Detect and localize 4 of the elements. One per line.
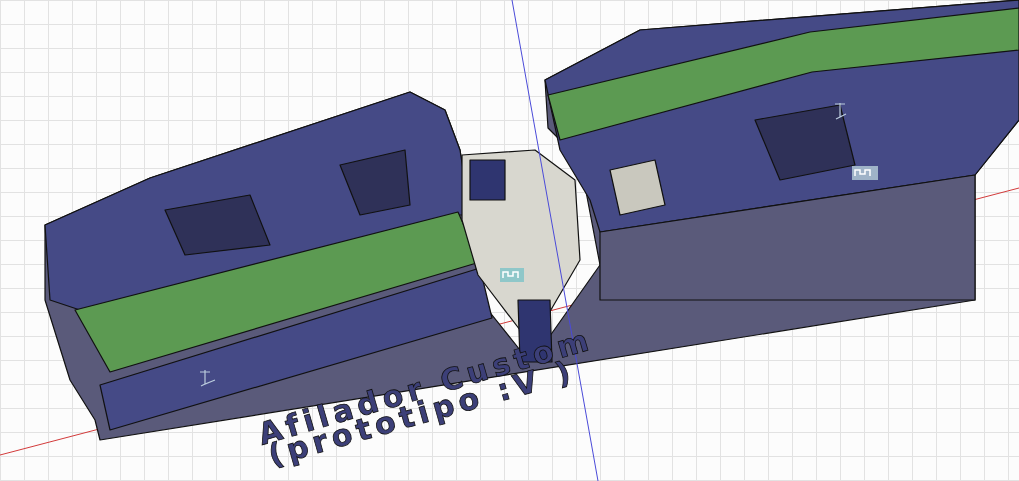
- joint-icon: [852, 166, 878, 180]
- axis-triad-icon: [199, 369, 216, 387]
- axis-triad-icon: [834, 102, 847, 120]
- joint-icon: [500, 268, 524, 282]
